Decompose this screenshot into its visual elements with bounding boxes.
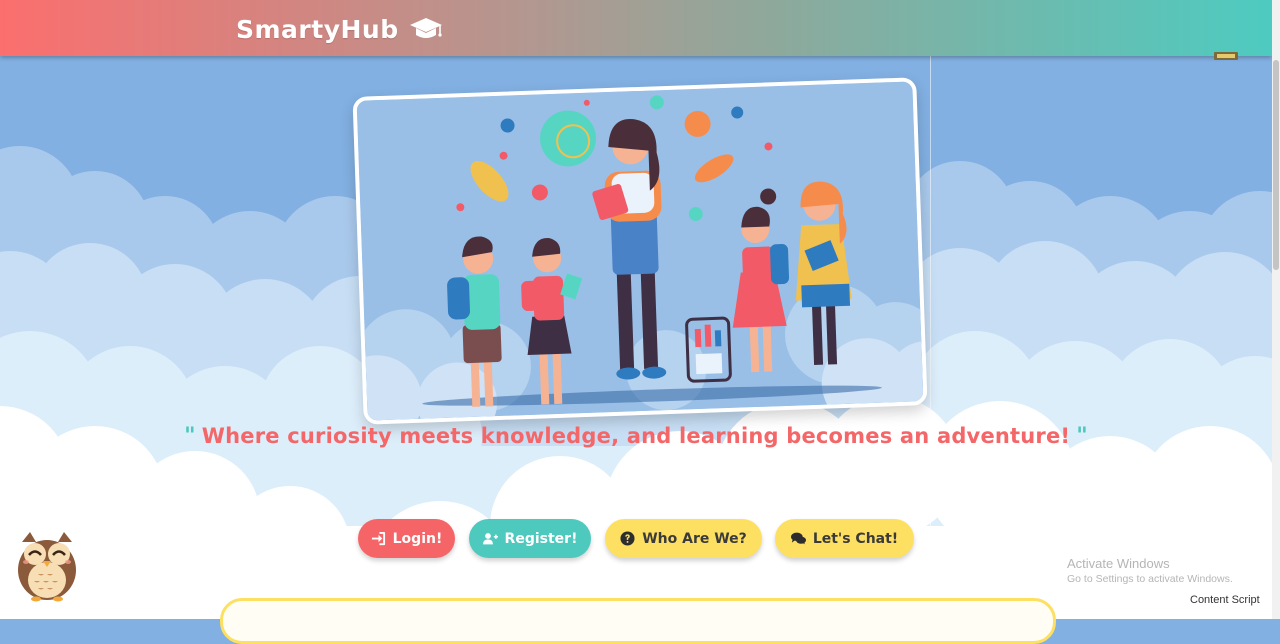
windows-activation-watermark: Activate Windows Go to Settings to activ…	[1067, 556, 1233, 585]
question-circle-icon	[620, 531, 635, 546]
register-label: Register!	[504, 530, 578, 547]
teacher-with-students-illustration	[352, 81, 928, 425]
hero-image-card	[352, 77, 928, 425]
lets-chat-label: Let's Chat!	[812, 530, 899, 547]
user-plus-icon	[482, 533, 498, 545]
vertical-scrollbar[interactable]	[1272, 0, 1280, 619]
tagline: " Where curiosity meets knowledge, and le…	[0, 424, 1272, 449]
activate-title: Activate Windows	[1067, 556, 1170, 571]
comments-icon	[790, 532, 806, 545]
scrollbar-thumb[interactable]	[1273, 60, 1279, 270]
top-navbar: SmartyHub	[0, 0, 1272, 56]
content-script-label: Content Script	[1190, 594, 1260, 606]
section-divider	[930, 56, 931, 619]
owl-icon[interactable]	[14, 528, 80, 602]
who-are-we-label: Who Are We?	[642, 530, 747, 547]
login-label: Login!	[392, 530, 443, 547]
close-quote: "	[1076, 424, 1088, 449]
graduation-cap-icon	[409, 18, 442, 38]
open-quote: "	[184, 424, 196, 449]
activate-subtitle: Go to Settings to activate Windows.	[1067, 573, 1233, 585]
site-name: SmartyHub	[236, 14, 399, 44]
register-button[interactable]: Register!	[469, 519, 591, 558]
tagline-text: Where curiosity meets knowledge, and lea…	[201, 424, 1071, 448]
lets-chat-button[interactable]: Let's Chat!	[775, 519, 914, 558]
site-logo[interactable]: SmartyHub	[236, 12, 443, 46]
login-button[interactable]: Login!	[358, 519, 455, 558]
decor-icon	[1214, 52, 1238, 60]
sign-in-icon	[371, 531, 385, 546]
who-are-we-button[interactable]: Who Are We?	[605, 519, 762, 558]
content-panel	[220, 598, 1056, 644]
